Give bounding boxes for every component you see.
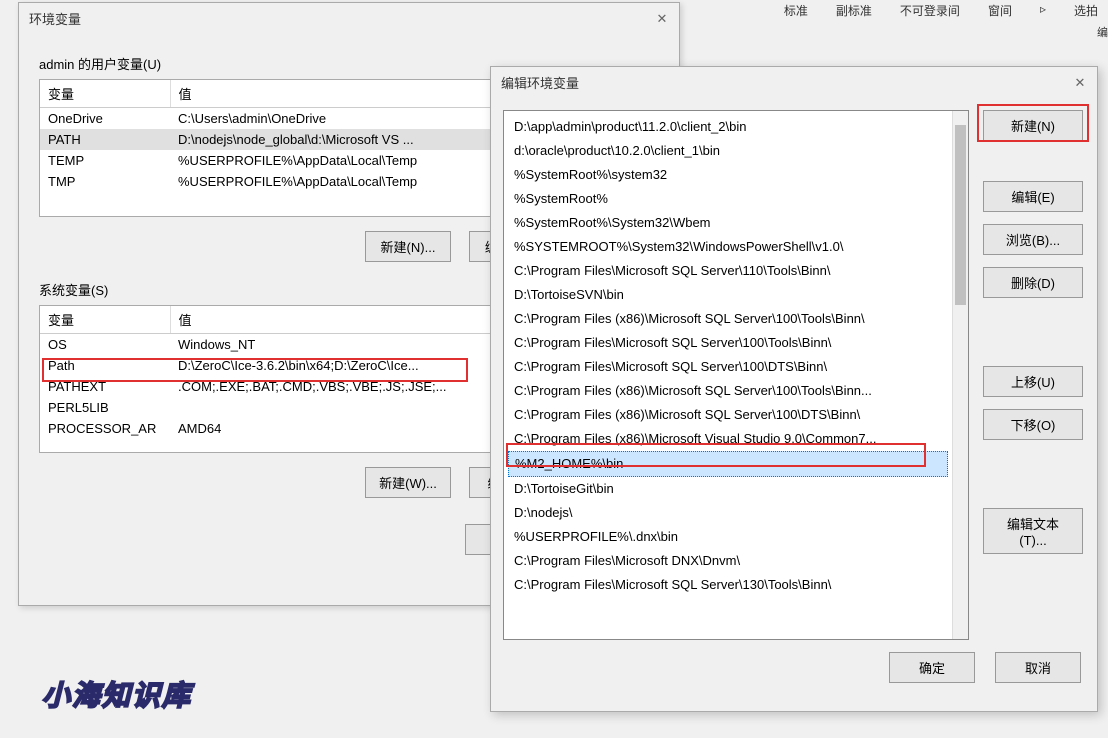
scrollbar[interactable] bbox=[952, 111, 968, 639]
dialog-title: 环境变量 bbox=[29, 9, 81, 28]
path-list-item[interactable]: %SystemRoot% bbox=[508, 187, 948, 211]
path-list-item[interactable]: %SystemRoot%\system32 bbox=[508, 163, 948, 187]
toolbar-item[interactable]: 不可登录间 bbox=[900, 0, 960, 20]
toolbar-item[interactable]: 副标准 bbox=[836, 0, 872, 20]
cancel-button[interactable]: 取消 bbox=[995, 652, 1081, 683]
new-path-button[interactable]: 新建(N) bbox=[983, 110, 1083, 141]
path-list-item[interactable]: C:\Program Files\Microsoft DNX\Dnvm\ bbox=[508, 549, 948, 573]
path-list-item[interactable]: C:\Program Files (x86)\Microsoft SQL Ser… bbox=[508, 403, 948, 427]
path-list-item[interactable]: C:\Program Files (x86)\Microsoft Visual … bbox=[508, 427, 948, 451]
toolbar-item[interactable]: 窗间 bbox=[988, 0, 1012, 20]
col-header-var: 变量 bbox=[40, 80, 170, 108]
path-list-item[interactable]: C:\Program Files\Microsoft SQL Server\13… bbox=[508, 573, 948, 597]
path-list-item[interactable]: D:\TortoiseGit\bin bbox=[508, 477, 948, 501]
close-icon[interactable]: ✕ bbox=[655, 12, 669, 26]
new-sys-var-button[interactable]: 新建(W)... bbox=[365, 467, 451, 498]
dialog-titlebar: 环境变量 ✕ bbox=[19, 3, 679, 34]
path-list-item[interactable]: D:\TortoiseSVN\bin bbox=[508, 283, 948, 307]
edit-env-var-dialog: 编辑环境变量 ✕ D:\app\admin\product\11.2.0\cli… bbox=[490, 66, 1098, 712]
close-icon[interactable]: ✕ bbox=[1073, 76, 1087, 90]
dialog-title: 编辑环境变量 bbox=[501, 73, 579, 92]
path-list-item[interactable]: C:\Program Files\Microsoft SQL Server\10… bbox=[508, 355, 948, 379]
browse-path-button[interactable]: 浏览(B)... bbox=[983, 224, 1083, 255]
side-label: 编 bbox=[1097, 24, 1108, 40]
path-list-item[interactable]: D:\app\admin\product\11.2.0\client_2\bin bbox=[508, 115, 948, 139]
path-listbox[interactable]: D:\app\admin\product\11.2.0\client_2\bin… bbox=[503, 110, 969, 640]
delete-path-button[interactable]: 删除(D) bbox=[983, 267, 1083, 298]
path-list-item[interactable]: C:\Program Files (x86)\Microsoft SQL Ser… bbox=[508, 307, 948, 331]
toolbar-item[interactable]: 标准 bbox=[784, 0, 808, 20]
path-list-item[interactable]: %USERPROFILE%\.dnx\bin bbox=[508, 525, 948, 549]
dialog-titlebar: 编辑环境变量 ✕ bbox=[491, 67, 1097, 98]
path-list-item[interactable]: %M2_HOME%\bin bbox=[508, 451, 948, 477]
path-list-item[interactable]: C:\Program Files\Microsoft SQL Server\11… bbox=[508, 259, 948, 283]
cursor-icon: ▹ bbox=[1040, 0, 1046, 20]
col-header-var: 变量 bbox=[40, 306, 170, 334]
watermark-text: 小海知识库 bbox=[42, 674, 192, 714]
move-down-button[interactable]: 下移(O) bbox=[983, 409, 1083, 440]
edit-text-button[interactable]: 编辑文本(T)... bbox=[983, 508, 1083, 554]
path-list-item[interactable]: d:\oracle\product\10.2.0\client_1\bin bbox=[508, 139, 948, 163]
app-toolbar: 标准 副标准 不可登录间 窗间 ▹ 选拍 bbox=[784, 0, 1108, 20]
path-list-item[interactable]: %SYSTEMROOT%\System32\WindowsPowerShell\… bbox=[508, 235, 948, 259]
move-up-button[interactable]: 上移(U) bbox=[983, 366, 1083, 397]
new-user-var-button[interactable]: 新建(N)... bbox=[365, 231, 451, 262]
path-list-item[interactable]: %SystemRoot%\System32\Wbem bbox=[508, 211, 948, 235]
ok-button[interactable]: 确定 bbox=[889, 652, 975, 683]
edit-path-button[interactable]: 编辑(E) bbox=[983, 181, 1083, 212]
menu-hint: 选拍 bbox=[1074, 0, 1098, 20]
path-list-item[interactable]: D:\nodejs\ bbox=[508, 501, 948, 525]
path-list-item[interactable]: C:\Program Files (x86)\Microsoft SQL Ser… bbox=[508, 379, 948, 403]
path-list-item[interactable]: C:\Program Files\Microsoft SQL Server\10… bbox=[508, 331, 948, 355]
